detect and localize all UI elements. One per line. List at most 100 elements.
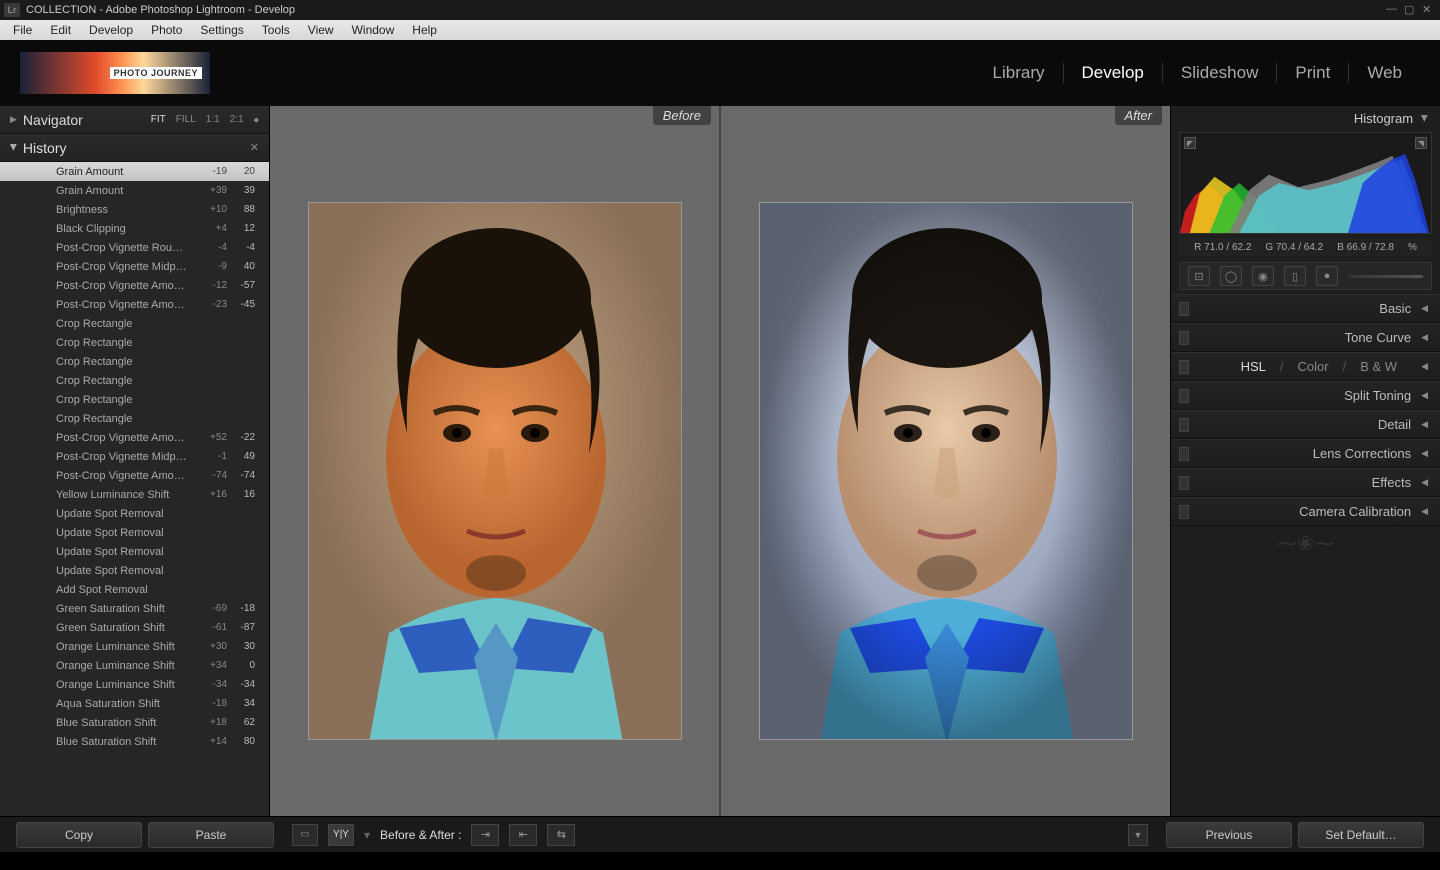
history-item[interactable]: Green Saturation Shift-69-18 [0,599,269,618]
menu-settings[interactable]: Settings [191,21,252,39]
history-header[interactable]: ▶ History ✕ [0,134,269,162]
menu-develop[interactable]: Develop [80,21,142,39]
panel-basic[interactable]: Basic◀ [1171,294,1440,323]
history-item[interactable]: Orange Luminance Shift+3030 [0,637,269,656]
history-item[interactable]: Post-Crop Vignette Midp…-149 [0,447,269,466]
history-item[interactable]: Crop Rectangle [0,390,269,409]
panel-switch-icon[interactable] [1179,505,1189,519]
panel-detail[interactable]: Detail◀ [1171,410,1440,439]
history-item[interactable]: Crop Rectangle [0,333,269,352]
menu-edit[interactable]: Edit [41,21,80,39]
identity-plate[interactable]: PHOTO JOURNEY [20,52,210,94]
module-library[interactable]: Library [975,63,1064,83]
swap-before-after-icon[interactable]: ⇆ [547,824,575,846]
panel-switch-icon[interactable] [1179,360,1189,374]
clear-history-icon[interactable]: ✕ [250,141,259,154]
graduated-filter-icon[interactable]: ▯ [1284,266,1306,286]
panel-hsl[interactable]: HSL/Color/B & W◀ [1171,352,1440,381]
history-item[interactable]: Blue Saturation Shift+1480 [0,732,269,751]
history-item[interactable]: Post-Crop Vignette Amo…+52-22 [0,428,269,447]
history-item[interactable]: Post-Crop Vignette Midp…-940 [0,257,269,276]
history-item[interactable]: Post-Crop Vignette Amo…-23-45 [0,295,269,314]
history-item[interactable]: Add Spot Removal [0,580,269,599]
shadow-clipping-icon[interactable]: ◤ [1184,137,1196,149]
set-default-button[interactable]: Set Default… [1298,822,1424,848]
menu-photo[interactable]: Photo [142,21,191,39]
history-item[interactable]: Grain Amount-1920 [0,162,269,181]
history-item[interactable]: Yellow Luminance Shift+1616 [0,485,269,504]
disclosure-triangle-icon: ◀ [1421,390,1428,401]
module-print[interactable]: Print [1277,63,1349,83]
previous-button[interactable]: Previous [1166,822,1292,848]
toolbar-menu-icon[interactable]: ▼ [1128,824,1148,846]
history-item[interactable]: Crop Rectangle [0,409,269,428]
menu-tools[interactable]: Tools [253,21,299,39]
panel-switch-icon[interactable] [1179,331,1189,345]
zoom-fill[interactable]: FILL [176,114,196,125]
panel-switch-icon[interactable] [1179,418,1189,432]
zoom-1to1[interactable]: 1:1 [206,114,220,125]
panel-tone-curve[interactable]: Tone Curve◀ [1171,323,1440,352]
adjustment-brush-icon[interactable]: ● [1316,266,1338,286]
history-item[interactable]: Crop Rectangle [0,352,269,371]
spot-removal-icon[interactable]: ◯ [1220,266,1242,286]
panel-switch-icon[interactable] [1179,389,1189,403]
minimize-button[interactable]: — [1386,3,1400,17]
before-image[interactable] [308,202,682,740]
module-slideshow[interactable]: Slideshow [1163,63,1278,83]
histogram-header[interactable]: Histogram ▶ [1171,106,1440,130]
history-item[interactable]: Blue Saturation Shift+1862 [0,713,269,732]
panel-effects[interactable]: Effects◀ [1171,468,1440,497]
loupe-view-icon[interactable]: ▭ [292,824,318,846]
history-item[interactable]: Update Spot Removal [0,561,269,580]
copy-after-to-before-icon[interactable]: ⇤ [509,824,537,846]
before-pane: Before [270,106,721,816]
history-item[interactable]: Post-Crop Vignette Amo…-12-57 [0,276,269,295]
panel-split-toning[interactable]: Split Toning◀ [1171,381,1440,410]
close-button[interactable]: ✕ [1422,3,1436,17]
panel-switch-icon[interactable] [1179,447,1189,461]
history-item[interactable]: Update Spot Removal [0,523,269,542]
history-item[interactable]: Post-Crop Vignette Rou…-4-4 [0,238,269,257]
histogram[interactable]: ◤ ◥ [1179,132,1432,234]
history-item[interactable]: Update Spot Removal [0,542,269,561]
panel-switch-icon[interactable] [1179,302,1189,316]
before-after-view-icon[interactable]: Y|Y [328,824,354,846]
copy-button[interactable]: Copy [16,822,142,848]
history-item[interactable]: Orange Luminance Shift-34-34 [0,675,269,694]
toolbar: Copy Paste ▭ Y|Y ▾ Before & After : ⇥ ⇤ … [0,816,1440,852]
module-develop[interactable]: Develop [1064,63,1163,83]
menu-view[interactable]: View [299,21,343,39]
menu-window[interactable]: Window [343,21,404,39]
history-item[interactable]: Black Clipping+412 [0,219,269,238]
highlight-clipping-icon[interactable]: ◥ [1415,137,1427,149]
tool-slider[interactable] [1348,275,1423,278]
panel-switch-icon[interactable] [1179,476,1189,490]
paste-button[interactable]: Paste [148,822,274,848]
rgb-g: G 70.4 / 64.2 [1265,242,1323,253]
history-item[interactable]: Grain Amount+3939 [0,181,269,200]
panel-lens-corrections[interactable]: Lens Corrections◀ [1171,439,1440,468]
history-item[interactable]: Green Saturation Shift-61-87 [0,618,269,637]
rgb-r: R 71.0 / 62.2 [1194,242,1251,253]
zoom-2to1[interactable]: 2:1 [230,114,244,125]
history-item[interactable]: Update Spot Removal [0,504,269,523]
history-item[interactable]: Crop Rectangle [0,314,269,333]
module-web[interactable]: Web [1349,63,1420,83]
history-item[interactable]: Aqua Saturation Shift-1834 [0,694,269,713]
history-item[interactable]: Orange Luminance Shift+340 [0,656,269,675]
menu-file[interactable]: File [4,21,41,39]
navigator-header[interactable]: ▶ Navigator FITFILL1:12:1◆ [0,106,269,134]
after-image[interactable] [759,202,1133,740]
copy-before-to-after-icon[interactable]: ⇥ [471,824,499,846]
menu-help[interactable]: Help [403,21,446,39]
history-item[interactable]: Brightness+1088 [0,200,269,219]
maximize-button[interactable]: ▢ [1404,3,1418,17]
panel-camera-calibration[interactable]: Camera Calibration◀ [1171,497,1440,526]
crop-tool-icon[interactable]: ⊡ [1188,266,1210,286]
history-item[interactable]: Crop Rectangle [0,371,269,390]
history-item[interactable]: Post-Crop Vignette Amo…-74-74 [0,466,269,485]
redeye-tool-icon[interactable]: ◉ [1252,266,1274,286]
zoom-fit[interactable]: FIT [151,114,166,125]
after-label: After [1115,106,1162,125]
